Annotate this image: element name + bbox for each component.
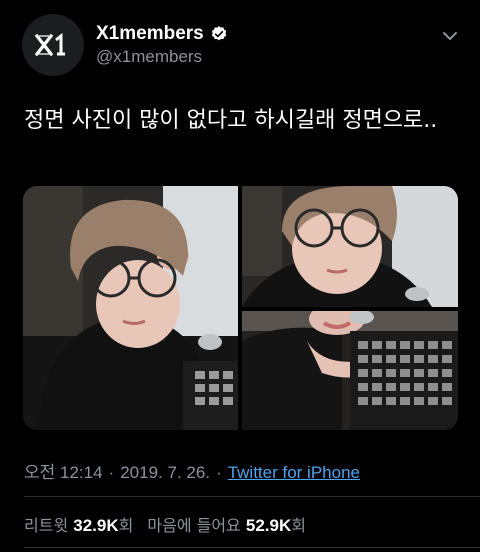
likes-unit: 회 — [291, 516, 306, 535]
media-grid — [23, 186, 458, 430]
chevron-down-icon[interactable] — [440, 26, 460, 46]
divider — [24, 496, 480, 497]
x1-logo: X1 — [22, 14, 84, 76]
tweet-meta: 오전 12:14 · 2019. 7. 26. · Twitter for iPhone — [24, 458, 360, 483]
tweet-time[interactable]: 오전 12:14 — [24, 463, 103, 482]
verified-badge-icon — [211, 26, 227, 41]
author-handle[interactable]: @x1members — [96, 47, 202, 67]
retweets-unit: 회 — [118, 516, 134, 535]
meta-separator: · — [216, 463, 222, 482]
avatar[interactable]: X1 — [22, 14, 84, 76]
tweet-photo-2[interactable] — [242, 186, 458, 307]
tweet-photo-3[interactable] — [242, 311, 458, 430]
tweet-stats: 리트윗 32.9K회 마음에 들어요 52.9K회 — [24, 512, 306, 536]
retweets-count[interactable]: 32.9K — [73, 516, 118, 535]
likes-label[interactable]: 마음에 들어요 — [147, 516, 240, 535]
tweet-date[interactable]: 2019. 7. 26. — [120, 463, 210, 482]
retweets-label[interactable]: 리트윗 — [24, 516, 68, 535]
tweet-text: 정면 사진이 많이 없다고 하시길래 정면으로.. — [24, 108, 438, 133]
author-display-name[interactable]: X1members — [96, 23, 204, 45]
author-name-row: X1members — [96, 22, 228, 46]
tweet-photo-1[interactable] — [23, 186, 238, 430]
tweet-source-link[interactable]: Twitter for iPhone — [228, 463, 360, 482]
divider — [24, 547, 480, 548]
meta-separator: · — [108, 463, 115, 482]
likes-count[interactable]: 52.9K — [246, 516, 291, 535]
